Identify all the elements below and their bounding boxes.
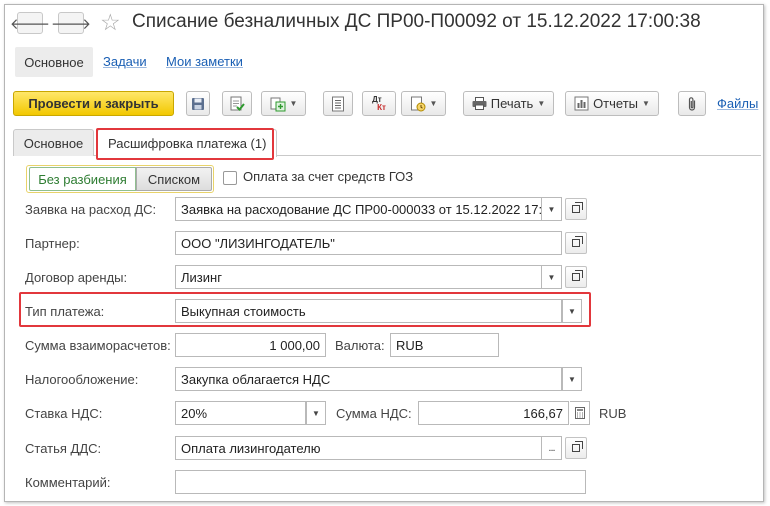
section-notes-link[interactable]: Мои заметки [166,54,243,69]
goz-checkbox-label: Оплата за счет средств ГОЗ [243,169,414,184]
dds-label: Статья ДДС: [25,441,102,456]
contract-open-button[interactable] [565,266,587,288]
vat-sum-label: Сумма НДС: [336,406,412,421]
dds-input[interactable]: Оплата лизингодателю [175,436,542,460]
payment-type-select[interactable]: Выкупная стоимость [175,299,562,323]
favorite-star-icon[interactable]: ☆ [100,9,121,36]
chevron-down-icon: ▼ [289,99,298,108]
chevron-down-icon: ▼ [537,99,546,108]
post-button[interactable] [222,91,252,116]
reports-label: Отчеты [593,96,638,111]
attach-file-button[interactable] [678,91,706,116]
chevron-down-icon: ▼ [642,99,650,108]
floppy-disk-icon [192,97,204,110]
back-button[interactable]: 🡐 [10,12,50,34]
goz-checkbox[interactable] [223,171,237,185]
open-form-icon [572,441,583,452]
request-input[interactable]: Заявка на расходование ДС ПР00-000033 от… [175,197,542,221]
print-label: Печать [490,96,534,111]
taxation-select[interactable]: Закупка облагается НДС [175,367,562,391]
vat-rate-select[interactable]: 20% [175,401,306,425]
open-form-icon [572,202,583,213]
partner-open-button[interactable] [565,232,587,254]
arrow-right-icon: 🡒 [50,15,92,33]
chevron-down-icon: ▼ [312,408,320,418]
accounting-entries-button[interactable]: Дт Кт [362,91,396,116]
vat-rate-dropdown-button[interactable]: ▼ [306,401,326,425]
contract-input[interactable]: Лизинг [175,265,542,289]
chevron-down-icon: ▼ [568,374,576,384]
calculator-icon [574,407,585,419]
amount-input[interactable]: 1 000,00 [175,333,326,357]
highlight-tab-decoding [96,128,274,160]
post-document-icon [230,96,245,111]
contract-label: Договор аренды: [25,270,128,285]
vat-rate-label: Ставка НДС: [25,406,103,421]
section-tasks-link[interactable]: Задачи [103,54,147,69]
vat-currency-text: RUB [599,406,627,421]
request-label: Заявка на расход ДС: [25,202,157,217]
payment-type-label: Тип платежа: [25,304,105,319]
forward-button[interactable]: 🡒 [51,12,91,34]
create-based-on-button[interactable]: ▼ [261,91,306,116]
comment-input[interactable] [175,470,586,494]
print-button[interactable]: Печать ▼ [463,91,554,116]
files-link[interactable]: Файлы [717,96,758,111]
printer-icon [472,97,487,110]
page-title: Списание безналичных ДС ПР00-П00092 от 1… [132,11,701,32]
request-dropdown-button[interactable]: ▼ [542,197,562,221]
comment-label: Комментарий: [25,475,111,490]
paperclip-icon [688,96,696,111]
arrow-left-icon: 🡐 [9,15,51,33]
currency-label: Валюта: [335,338,385,353]
amount-label: Сумма взаиморасчетов: [25,338,171,353]
reports-button[interactable]: Отчеты ▼ [565,91,659,116]
section-main[interactable]: Основное [15,47,93,77]
chevron-down-icon: ▼ [547,272,556,282]
open-form-icon [572,236,583,247]
tab-main[interactable]: Основное [13,129,94,156]
document-window: 🡐 🡒 ☆ Списание безналичных ДС ПР00-П0009… [4,4,764,502]
document-clock-icon [410,96,426,111]
related-documents-button[interactable]: ▼ [401,91,446,116]
dds-open-button[interactable] [565,437,587,459]
dds-select-button[interactable]: ... [542,436,562,460]
open-form-icon [572,270,583,281]
list-option[interactable]: Списком [136,167,212,191]
contract-dropdown-button[interactable]: ▼ [542,265,562,289]
dt-kt-icon: Дт Кт [372,94,386,112]
chevron-down-icon: ▼ [547,204,556,214]
payment-type-dropdown-button[interactable]: ▼ [562,299,582,323]
document-structure-button[interactable] [323,91,353,116]
post-and-close-button[interactable]: Провести и закрыть [13,91,174,116]
save-button[interactable] [186,91,210,116]
partner-label: Партнер: [25,236,80,251]
request-open-button[interactable] [565,198,587,220]
chevron-down-icon: ▼ [568,306,576,316]
list-document-icon [332,96,344,111]
ellipsis-icon: ... [548,442,555,454]
vat-sum-input[interactable]: 166,67 [418,401,569,425]
no-split-option[interactable]: Без разбиения [29,167,136,191]
create-based-icon [270,97,286,111]
chevron-down-icon: ▼ [429,99,438,108]
partner-input[interactable]: ООО "ЛИЗИНГОДАТЕЛЬ" [175,231,562,255]
currency-input[interactable]: RUB [390,333,499,357]
calculator-button[interactable] [570,401,590,425]
reports-icon [574,96,589,111]
taxation-label: Налогообложение: [25,372,139,387]
taxation-dropdown-button[interactable]: ▼ [562,367,582,391]
